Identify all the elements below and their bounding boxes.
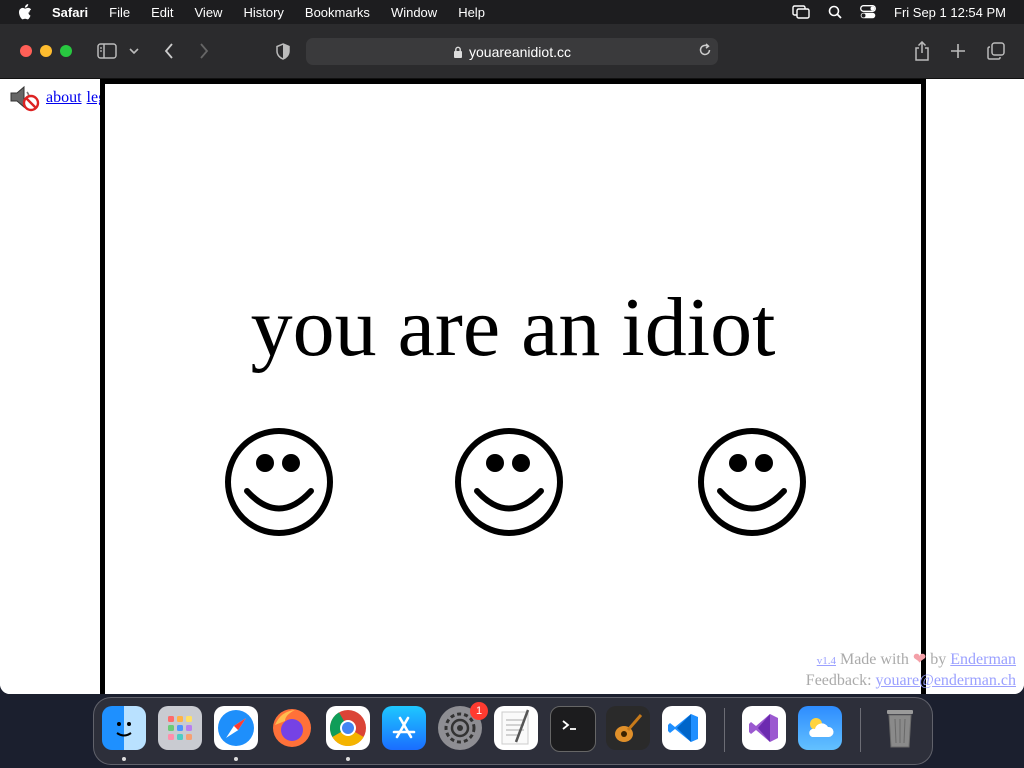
menu-app-name[interactable]: Safari [52, 5, 88, 20]
about-link[interactable]: about [46, 89, 82, 107]
control-center-icon[interactable] [860, 5, 876, 19]
smiley-face-icon [455, 428, 563, 536]
dock-running-indicator [346, 757, 350, 761]
dock-textedit-icon[interactable] [494, 706, 538, 750]
speaker-muted-icon[interactable] [8, 83, 40, 113]
dock-vscode-icon[interactable] [662, 706, 706, 750]
popup-window-frame: you are an idiot [100, 79, 926, 694]
menu-help[interactable]: Help [458, 5, 485, 20]
sidebar-toggle-icon[interactable] [96, 39, 118, 63]
dock-separator [860, 708, 861, 752]
back-button-icon[interactable] [157, 39, 181, 63]
dock-chrome-icon[interactable] [326, 706, 370, 750]
dock-system-settings-icon[interactable]: 1 [438, 702, 488, 750]
dock-separator [724, 708, 725, 752]
menu-view[interactable]: View [195, 5, 223, 20]
dock-weather-icon[interactable] [798, 706, 842, 750]
address-bar[interactable]: youareanidiot.cc [306, 38, 718, 65]
menu-bar: Safari File Edit View History Bookmarks … [0, 0, 1024, 24]
dock-safari-icon[interactable] [214, 706, 258, 750]
dock-running-indicator [122, 757, 126, 761]
smiley-face-icon [225, 428, 333, 536]
screen-mirroring-icon[interactable] [792, 5, 810, 19]
chevron-down-icon[interactable] [124, 39, 144, 63]
dock-finder-icon[interactable] [102, 706, 146, 750]
dock-app-store-icon[interactable] [382, 706, 426, 750]
menu-bookmarks[interactable]: Bookmarks [305, 5, 370, 20]
dock-terminal-icon[interactable] [550, 706, 596, 752]
menubar-clock[interactable]: Fri Sep 1 12:54 PM [894, 5, 1006, 20]
dock-garageband-icon[interactable] [606, 706, 650, 750]
browser-toolbar: youareanidiot.cc [0, 24, 1024, 79]
forward-button-icon[interactable] [192, 39, 216, 63]
menu-history[interactable]: History [243, 5, 283, 20]
menu-edit[interactable]: Edit [151, 5, 173, 20]
reload-icon[interactable] [698, 43, 712, 57]
dock-trash-icon[interactable] [878, 706, 922, 750]
web-page: about legacy safe you are an idiot [0, 79, 1024, 694]
apple-menu-icon[interactable] [18, 4, 34, 20]
lock-icon [453, 46, 463, 58]
dock-launchpad-icon[interactable] [158, 706, 202, 750]
dock-firefox-icon[interactable] [270, 706, 314, 750]
notification-badge: 1 [470, 702, 488, 720]
zoom-window-button[interactable] [60, 45, 72, 57]
by-text: by [930, 651, 947, 668]
address-bar-url: youareanidiot.cc [469, 43, 571, 60]
spotlight-search-icon[interactable] [828, 5, 842, 19]
feedback-label: Feedback: [805, 672, 872, 689]
dock-visual-studio-icon[interactable] [742, 706, 786, 750]
tab-overview-icon[interactable] [984, 39, 1008, 63]
privacy-shield-icon[interactable] [271, 39, 295, 63]
dock-running-indicator [234, 757, 238, 761]
smiley-face-icon [698, 428, 806, 536]
version-link[interactable]: v1.4 [817, 655, 836, 667]
heart-icon: ❤ [912, 651, 927, 668]
safari-window: youareanidiot.cc about legacy safe [0, 24, 1024, 694]
made-with-text: Made with [839, 651, 909, 668]
menu-window[interactable]: Window [391, 5, 437, 20]
credit-footer: v1.4 Made with ❤ by Enderman Feedback: y… [806, 650, 1016, 691]
feedback-email-link[interactable]: youare@enderman.ch [876, 672, 1016, 689]
dock: 1 [93, 697, 933, 765]
menu-file[interactable]: File [109, 5, 130, 20]
minimize-window-button[interactable] [40, 45, 52, 57]
author-link[interactable]: Enderman [950, 651, 1016, 668]
close-window-button[interactable] [20, 45, 32, 57]
page-headline: you are an idiot [250, 281, 776, 374]
share-icon[interactable] [910, 39, 934, 63]
new-tab-plus-icon[interactable] [946, 39, 970, 63]
